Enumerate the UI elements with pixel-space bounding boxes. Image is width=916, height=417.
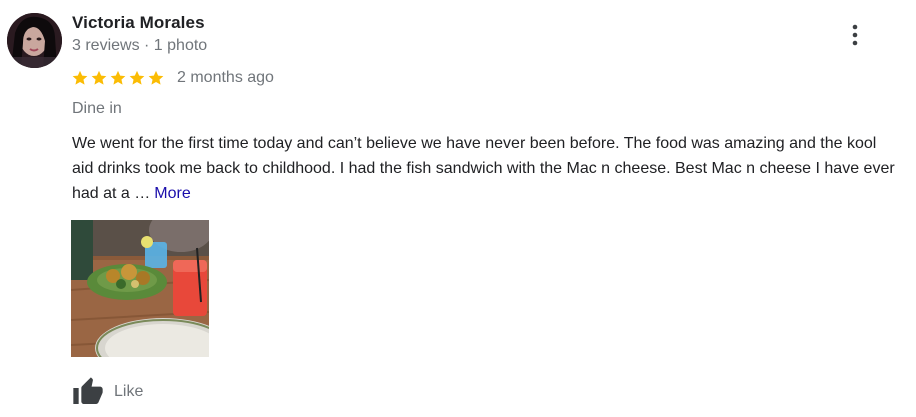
star-icon: [129, 70, 145, 85]
review-text: We went for the first time today and can…: [72, 131, 902, 206]
reviewer-meta[interactable]: 3 reviews · 1 photo: [72, 37, 207, 55]
star-rating: [71, 69, 166, 87]
review-date: 2 months ago: [177, 69, 274, 86]
more-options-button[interactable]: [840, 20, 870, 50]
star-icon: [148, 70, 164, 85]
service-type: Dine in: [72, 100, 122, 117]
review-body: We went for the first time today and can…: [72, 135, 895, 202]
thumb-up-icon: [73, 377, 103, 404]
more-link[interactable]: More: [154, 185, 190, 202]
like-label: Like: [114, 383, 144, 400]
star-icon: [72, 70, 88, 85]
star-icon: [91, 70, 107, 85]
review-photo[interactable]: [71, 220, 209, 357]
star-icon: [110, 70, 126, 85]
reviewer-name[interactable]: Victoria Morales: [72, 13, 205, 33]
more-vert-icon: [852, 24, 858, 46]
rating-row: 2 months ago: [71, 68, 274, 88]
like-button[interactable]: Like: [71, 376, 143, 408]
avatar[interactable]: [7, 13, 62, 68]
